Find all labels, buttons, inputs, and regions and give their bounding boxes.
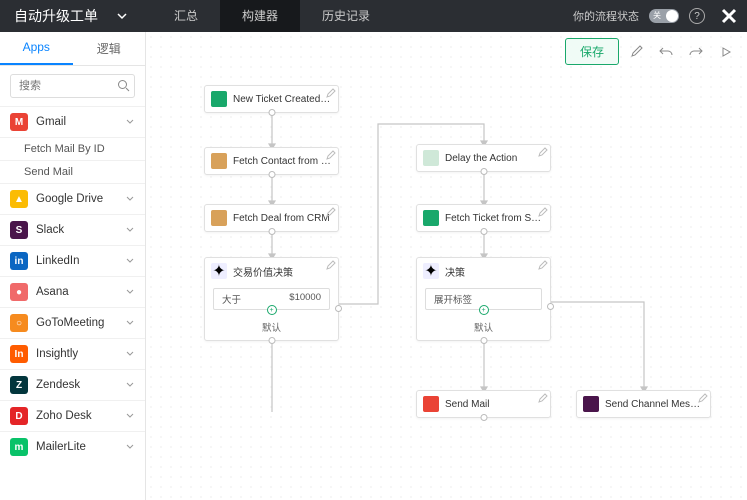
app-row-linkedin[interactable]: inLinkedIn	[0, 245, 145, 276]
gmail-icon	[423, 396, 439, 412]
chevron-down-icon	[125, 256, 135, 266]
add-condition-icon[interactable]: +	[479, 305, 489, 315]
node-fetch-ticket[interactable]: Fetch Ticket from Supp...	[416, 204, 551, 232]
app-row-insightly[interactable]: InInsightly	[0, 338, 145, 369]
node-decision[interactable]: ✦决策 展开标签 + 默认	[416, 257, 551, 341]
edit-icon[interactable]	[326, 260, 336, 270]
chevron-down-icon	[116, 10, 128, 22]
condition-row[interactable]: 展开标签 +	[425, 288, 542, 310]
condition-row[interactable]: 大于 $10000 +	[213, 288, 330, 310]
chevron-down-icon	[125, 411, 135, 421]
node-fetch-deal[interactable]: Fetch Deal from CRM	[204, 204, 339, 232]
desk-icon	[211, 91, 227, 107]
app-row-zoho-desk[interactable]: DZoho Desk	[0, 400, 145, 431]
app-icon: Z	[10, 376, 28, 394]
sidetab-apps[interactable]: Apps	[0, 32, 73, 65]
chevron-down-icon	[125, 287, 135, 297]
flow-title-dropdown[interactable]: 自动升级工单	[0, 6, 142, 26]
save-button[interactable]: 保存	[565, 38, 619, 65]
node-new-ticket[interactable]: New Ticket Created in ...	[204, 85, 339, 113]
tab-history[interactable]: 历史记录	[300, 0, 392, 32]
search-icon	[117, 79, 130, 92]
app-icon: ○	[10, 314, 28, 332]
add-condition-icon[interactable]: +	[267, 305, 277, 315]
undo-icon[interactable]	[653, 40, 679, 64]
app-row-asana[interactable]: ●Asana	[0, 276, 145, 307]
decision-icon: ✦	[211, 263, 227, 279]
crm-icon	[211, 153, 227, 169]
edit-icon[interactable]	[538, 207, 548, 217]
edit-icon[interactable]	[698, 393, 708, 403]
tab-summary[interactable]: 汇总	[152, 0, 220, 32]
app-icon: D	[10, 407, 28, 425]
default-branch: 默认	[205, 320, 338, 334]
chevron-down-icon	[125, 442, 135, 452]
edit-icon[interactable]	[538, 260, 548, 270]
app-row-gotomeeting[interactable]: ○GoToMeeting	[0, 307, 145, 338]
sidetab-logic[interactable]: 逻辑	[73, 32, 146, 65]
app-row-slack[interactable]: SSlack	[0, 214, 145, 245]
app-icon: S	[10, 221, 28, 239]
chevron-down-icon	[125, 349, 135, 359]
edit-icon[interactable]	[326, 150, 336, 160]
app-action[interactable]: Fetch Mail By ID	[0, 137, 145, 160]
app-icon: in	[10, 252, 28, 270]
decision-icon: ✦	[423, 263, 439, 279]
slack-icon	[583, 396, 599, 412]
desk-icon	[423, 210, 439, 226]
node-send-mail[interactable]: Send Mail	[416, 390, 551, 418]
edit-icon[interactable]	[326, 207, 336, 217]
chevron-down-icon	[125, 318, 135, 328]
edit-icon[interactable]	[623, 40, 649, 64]
crm-icon	[211, 210, 227, 226]
close-button[interactable]	[715, 0, 743, 32]
delay-icon	[423, 150, 439, 166]
edit-icon[interactable]	[538, 393, 548, 403]
default-branch: 默认	[417, 320, 550, 334]
flow-title: 自动升级工单	[14, 6, 98, 26]
node-deal-decision[interactable]: ✦交易价值决策 大于 $10000 + 默认	[204, 257, 339, 341]
play-icon[interactable]	[713, 40, 739, 64]
node-fetch-contact[interactable]: Fetch Contact from CRM	[204, 147, 339, 175]
app-action[interactable]: Send Mail	[0, 160, 145, 183]
chevron-down-icon	[125, 380, 135, 390]
status-label: 你的流程状态	[573, 8, 639, 24]
help-icon[interactable]: ?	[689, 8, 705, 24]
app-row-mailerlite[interactable]: mMailerLite	[0, 431, 145, 462]
node-send-channel[interactable]: Send Channel Message	[576, 390, 711, 418]
edit-icon[interactable]	[326, 88, 336, 98]
edit-icon[interactable]	[538, 147, 548, 157]
chevron-down-icon	[125, 225, 135, 235]
app-row-gmail[interactable]: MGmail	[0, 106, 145, 137]
redo-icon[interactable]	[683, 40, 709, 64]
app-row-zendesk[interactable]: ZZendesk	[0, 369, 145, 400]
tab-builder[interactable]: 构建器	[220, 0, 300, 32]
chevron-down-icon	[125, 194, 135, 204]
app-row-google-drive[interactable]: ▲Google Drive	[0, 183, 145, 214]
app-icon: M	[10, 113, 28, 131]
app-icon: ●	[10, 283, 28, 301]
status-toggle[interactable]: 关	[649, 9, 679, 23]
node-delay[interactable]: Delay the Action	[416, 144, 551, 172]
app-icon: In	[10, 345, 28, 363]
app-icon: ▲	[10, 190, 28, 208]
chevron-down-icon	[125, 117, 135, 127]
app-icon: m	[10, 438, 28, 456]
